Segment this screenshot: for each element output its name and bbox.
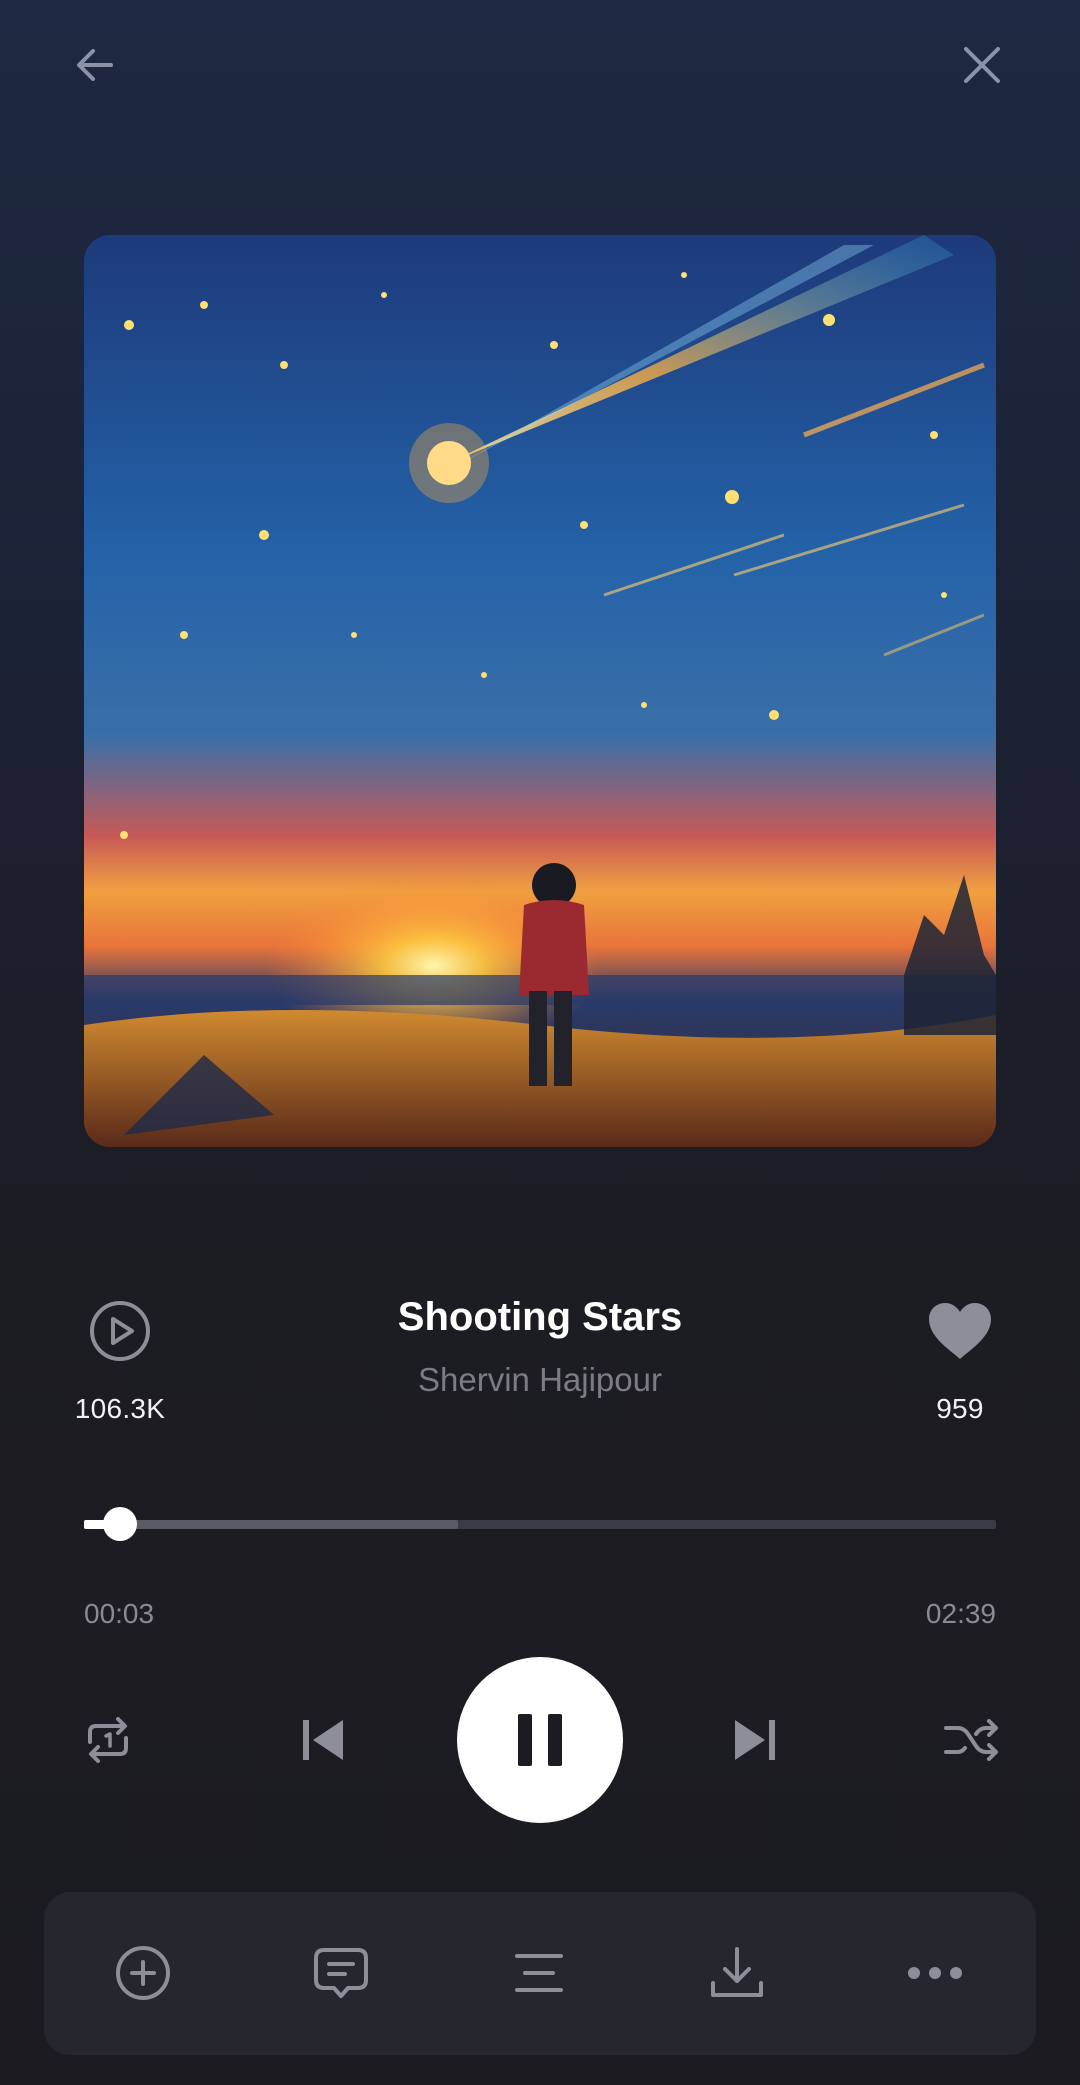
elapsed-time: 00:03 — [84, 1598, 155, 1629]
close-button[interactable] — [942, 25, 1022, 105]
seek-thumb[interactable] — [103, 1507, 138, 1541]
pause-button[interactable] — [457, 1657, 623, 1823]
add-circle-icon — [116, 1946, 170, 2000]
like-button[interactable]: 959 — [880, 1295, 1040, 1425]
skip-previous-icon — [303, 1720, 343, 1760]
add-to-playlist-button[interactable] — [103, 1933, 183, 2013]
shuffle-icon — [944, 1719, 998, 1761]
back-button[interactable] — [55, 25, 135, 105]
arrow-left-icon — [77, 49, 113, 81]
skip-next-icon — [735, 1720, 775, 1760]
repeat-button[interactable] — [68, 1700, 148, 1780]
comments-button[interactable] — [301, 1933, 381, 2013]
pause-icon — [518, 1714, 562, 1766]
comment-icon — [314, 1948, 368, 1998]
repeat-icon — [88, 1717, 128, 1763]
track-artist[interactable]: Shervin Hajipour — [240, 1361, 840, 1399]
track-title: Shooting Stars — [397, 1295, 683, 1339]
total-time: 02:39 — [925, 1598, 996, 1629]
like-count: 959 — [936, 1393, 984, 1424]
download-icon — [711, 1947, 763, 1997]
seek-bar[interactable] — [84, 1507, 996, 1541]
previous-button[interactable] — [283, 1700, 363, 1780]
more-options-button[interactable] — [895, 1933, 975, 2013]
action-bar — [44, 1892, 1036, 2055]
close-icon — [964, 47, 1000, 83]
more-icon — [908, 1967, 962, 1979]
lyrics-icon — [515, 1954, 563, 1992]
shuffle-button[interactable] — [932, 1700, 1012, 1780]
seek-buffered — [84, 1520, 458, 1529]
play-count: 106.3K — [74, 1393, 166, 1424]
download-button[interactable] — [697, 1933, 777, 2013]
heart-icon — [924, 1295, 996, 1367]
lyrics-button[interactable] — [499, 1933, 579, 2013]
next-button[interactable] — [715, 1700, 795, 1780]
play-count-stat: 106.3K — [40, 1295, 200, 1425]
album-artwork — [84, 235, 996, 1147]
play-circle-icon — [84, 1295, 156, 1367]
